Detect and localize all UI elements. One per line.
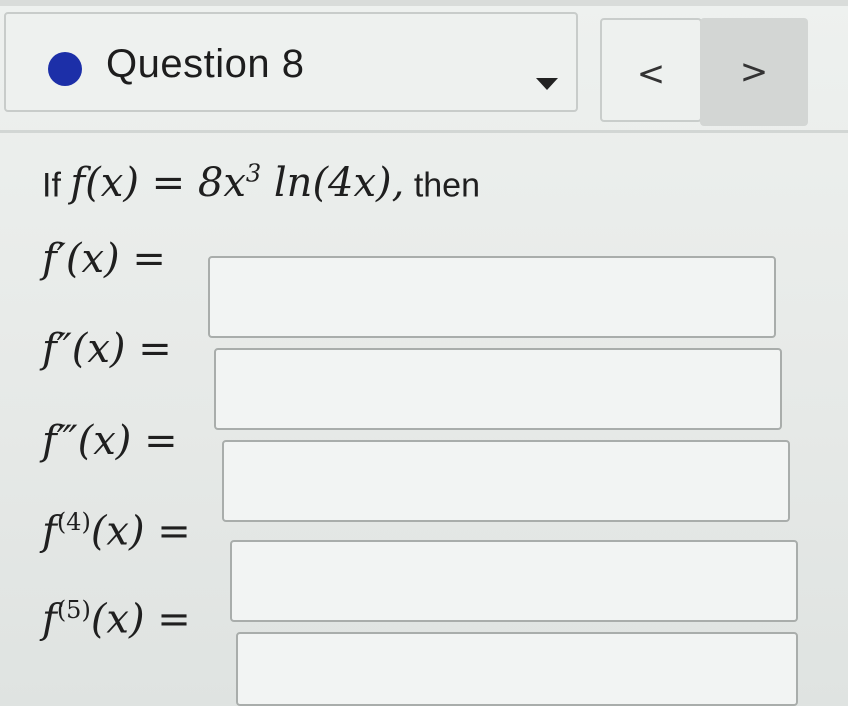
fifth-derivative-input[interactable] xyxy=(236,632,798,706)
problem-suffix: then xyxy=(413,166,481,205)
fourth-derivative-order: (4) xyxy=(56,508,91,536)
chevron-right-icon: > xyxy=(739,52,769,92)
fifth-derivative-base: f xyxy=(42,596,57,643)
function-rhs: ln(4x), xyxy=(261,160,405,207)
next-question-button[interactable]: > xyxy=(700,18,808,126)
previous-question-button[interactable]: < xyxy=(600,18,702,122)
function-definition: f(x) = 8x3 ln(4x), xyxy=(70,160,404,206)
status-dot-icon xyxy=(48,52,82,86)
function-exponent: 3 xyxy=(245,160,262,188)
first-derivative-input[interactable] xyxy=(208,256,776,338)
fourth-derivative-label: f(4)(x) = xyxy=(42,508,191,554)
second-derivative-input[interactable] xyxy=(214,348,782,430)
caret-down-icon[interactable] xyxy=(536,78,558,90)
fourth-derivative-rest: (x) = xyxy=(90,508,191,555)
fifth-derivative-rest: (x) = xyxy=(90,596,191,643)
question-page: Question 8 < > If f(x) = 8x3 ln(4x), the… xyxy=(0,0,848,706)
header-divider xyxy=(0,130,848,133)
third-derivative-input[interactable] xyxy=(222,440,790,522)
problem-prefix: If xyxy=(42,166,61,205)
fifth-derivative-order: (5) xyxy=(56,596,91,624)
fourth-derivative-input[interactable] xyxy=(230,540,798,622)
fifth-derivative-label: f(5)(x) = xyxy=(42,596,191,642)
first-derivative-label: f′(x) = xyxy=(42,236,166,282)
problem-statement: If f(x) = 8x3 ln(4x), then xyxy=(42,160,480,206)
question-selector[interactable]: Question 8 xyxy=(4,12,578,112)
chevron-left-icon: < xyxy=(636,54,666,94)
question-title: Question 8 xyxy=(106,42,305,86)
second-derivative-label: f″(x) = xyxy=(42,326,172,372)
top-divider xyxy=(0,0,848,6)
third-derivative-label: f‴(x) = xyxy=(42,418,178,464)
fourth-derivative-base: f xyxy=(42,508,57,555)
function-lhs: f(x) = 8x xyxy=(70,160,246,207)
